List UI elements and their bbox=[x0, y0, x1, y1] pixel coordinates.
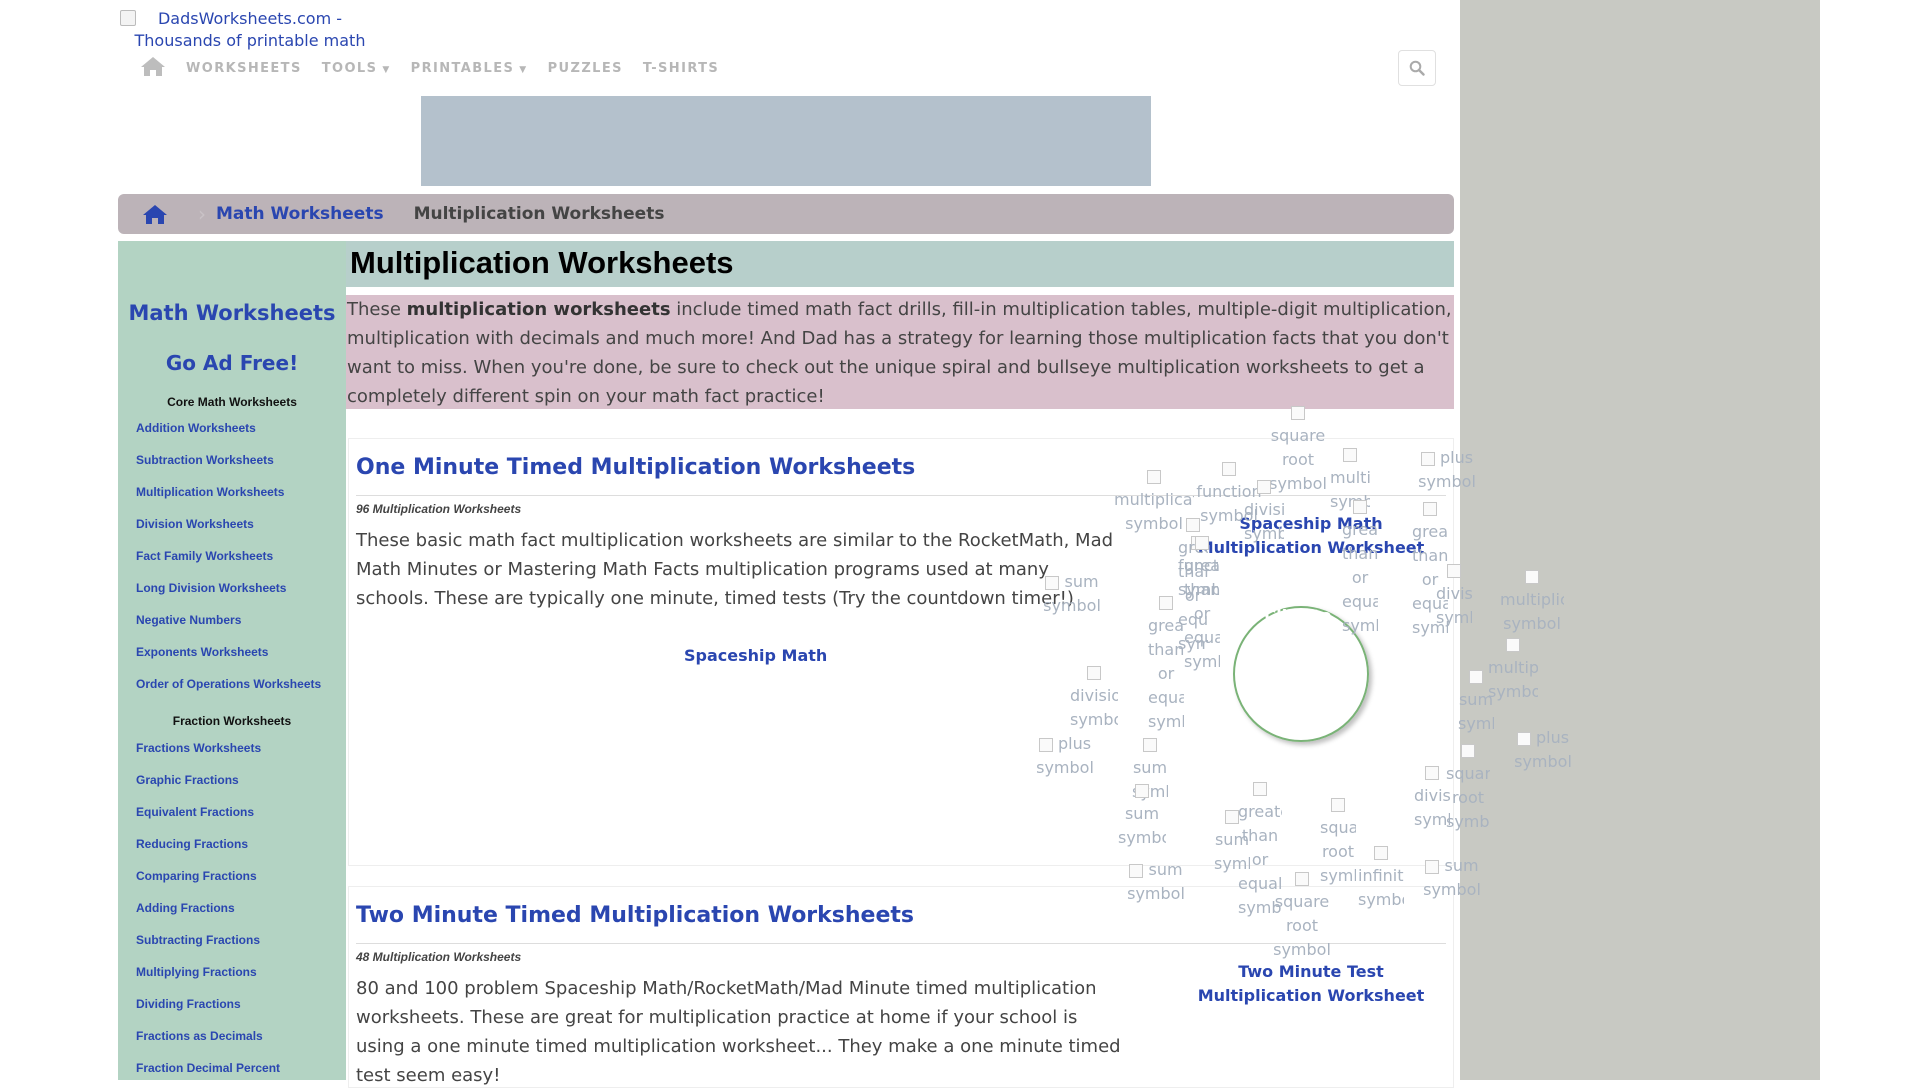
sidebar-title[interactable]: Math Worksheets bbox=[118, 301, 346, 325]
division-symbol-icon: division symbol bbox=[1070, 660, 1118, 732]
sidebar-link[interactable]: Reducing Fractions bbox=[136, 837, 248, 851]
intro-bold: multiplication worksheets bbox=[406, 299, 671, 320]
division-symbol-icon: division symbol bbox=[1436, 558, 1472, 630]
sidebar: Math Worksheets Go Ad Free! Core Math Wo… bbox=[118, 241, 346, 1080]
main-nav: WORKSHEETS TOOLS ▼ PRINTABLES ▼ PUZZLES T-… bbox=[140, 56, 719, 80]
nav-tshirts[interactable]: T-SHIRTS bbox=[643, 61, 719, 76]
plus-symbol-icon: plus symbol bbox=[1418, 448, 1476, 491]
sum-symbol-icon: sum symbol bbox=[1458, 664, 1494, 736]
intro-paragraph: These multiplication worksheets include … bbox=[346, 295, 1454, 409]
multiplication-symbol-icon: multiplication symbol bbox=[1500, 564, 1564, 636]
sidebar-heading-core: Core Math Worksheets bbox=[167, 395, 297, 409]
sidebar-link[interactable]: Subtracting Fractions bbox=[136, 933, 260, 947]
sidebar-link[interactable]: Fact Family Worksheets bbox=[136, 549, 273, 563]
click-to-view-label[interactable]: Click to View bbox=[1248, 604, 1348, 652]
worksheet-count: 96 Multiplication Worksheets bbox=[356, 502, 522, 516]
caret-down-icon: ▼ bbox=[519, 64, 528, 75]
go-ad-free-link[interactable]: Go Ad Free! bbox=[118, 351, 346, 375]
sidebar-link[interactable]: Fractions as Decimals bbox=[136, 1029, 263, 1043]
broken-image-icon bbox=[120, 10, 136, 26]
sidebar-link[interactable]: Dividing Fractions bbox=[136, 997, 241, 1011]
breadcrumb-current: Multiplication Worksheets bbox=[413, 204, 665, 224]
sidebar-link[interactable]: Adding Fractions bbox=[136, 901, 235, 915]
nav-printables[interactable]: PRINTABLES ▼ bbox=[411, 61, 528, 76]
worksheet-thumbnail-link[interactable]: Two Minute Test Multiplication Worksheet bbox=[1176, 960, 1446, 1008]
sum-symbol-icon: sum symbol bbox=[1423, 856, 1481, 899]
square-root-symbol-icon: square root symbol bbox=[1272, 866, 1332, 962]
right-rail bbox=[1460, 0, 1820, 1080]
sidebar-link[interactable]: Multiplication Worksheets bbox=[136, 485, 284, 499]
page-margin bbox=[1820, 0, 1920, 1080]
site-logo[interactable]: DadsWorksheets.com - Thousands of printa… bbox=[120, 8, 380, 50]
search-icon bbox=[1409, 60, 1425, 76]
section-description: These basic math fact multiplication wor… bbox=[356, 530, 1114, 609]
section-title[interactable]: One Minute Timed Multiplication Workshee… bbox=[356, 455, 915, 480]
sidebar-link[interactable]: Graphic Fractions bbox=[136, 773, 239, 787]
plus-symbol-icon: plus symbol bbox=[1514, 728, 1572, 771]
caret-down-icon: ▼ bbox=[382, 64, 391, 75]
breadcrumb: › Math Worksheets Multiplication Workshe… bbox=[118, 194, 1454, 234]
sidebar-link[interactable]: Division Worksheets bbox=[136, 517, 254, 531]
nav-puzzles[interactable]: PUZZLES bbox=[548, 61, 623, 76]
sidebar-link[interactable]: Negative Numbers bbox=[136, 613, 241, 627]
sidebar-link[interactable]: Comparing Fractions bbox=[136, 869, 257, 883]
sidebar-heading-fractions: Fraction Worksheets bbox=[172, 714, 292, 728]
breadcrumb-link-math-worksheets[interactable]: Math Worksheets bbox=[216, 204, 384, 224]
search-button[interactable] bbox=[1398, 50, 1436, 86]
home-icon[interactable] bbox=[140, 55, 166, 81]
section-title[interactable]: Two Minute Timed Multiplication Workshee… bbox=[356, 903, 914, 928]
sum-symbol-icon: sum symbol bbox=[1127, 860, 1185, 903]
sidebar-link[interactable]: Addition Worksheets bbox=[136, 421, 256, 435]
section-description: 80 and 100 problem Spaceship Math/Rocket… bbox=[356, 978, 1121, 1086]
page-title-bar: Multiplication Worksheets bbox=[346, 241, 1454, 287]
logo-alt-text: DadsWorksheets.com - Thousands of printa… bbox=[134, 9, 366, 50]
sidebar-link[interactable]: Subtraction Worksheets bbox=[136, 453, 274, 467]
greater-than-or-equal-symbol-icon: greater than or equal symbol bbox=[1342, 494, 1378, 638]
square-root-symbol-icon: square root symbol bbox=[1446, 738, 1490, 834]
sidebar-link[interactable]: Fraction Decimal Percent bbox=[136, 1061, 280, 1075]
nav-worksheets[interactable]: WORKSHEETS bbox=[186, 61, 302, 76]
multiplication-symbol-icon: multiplication symbol bbox=[1488, 632, 1538, 704]
sidebar-link[interactable]: Fractions Worksheets bbox=[136, 741, 261, 755]
ad-banner[interactable] bbox=[421, 96, 1151, 186]
greater-than-or-equal-symbol-icon: greater than or equal symbol bbox=[1148, 590, 1184, 734]
infinity-symbol-icon: infinity symbol bbox=[1358, 840, 1404, 912]
worksheet-count: 48 Multiplication Worksheets bbox=[356, 950, 522, 964]
sidebar-link[interactable]: Exponents Worksheets bbox=[136, 645, 268, 659]
sum-symbol-icon: sum symbol bbox=[1118, 778, 1166, 850]
sidebar-link[interactable]: Multiplying Fractions bbox=[136, 965, 257, 979]
sidebar-link[interactable]: Equivalent Fractions bbox=[136, 805, 254, 819]
spaceship-math-link[interactable]: Spaceship Math bbox=[684, 646, 827, 665]
plus-symbol-icon: plus symbol bbox=[1036, 734, 1094, 777]
sum-symbol-icon: sum symbol bbox=[1043, 572, 1101, 615]
greater-than-or-equal-symbol-icon: greater than or equal symbol bbox=[1184, 530, 1220, 674]
page-title: Multiplication Worksheets bbox=[350, 245, 734, 280]
sidebar-link[interactable]: Order of Operations Worksheets bbox=[136, 677, 321, 691]
home-icon[interactable] bbox=[142, 203, 168, 225]
breadcrumb-separator: › bbox=[198, 202, 206, 226]
division-symbol-icon: division symbol bbox=[1244, 474, 1284, 546]
division-symbol-icon: division symbol bbox=[1414, 760, 1450, 832]
sidebar-link[interactable]: Long Division Worksheets bbox=[136, 581, 286, 595]
nav-tools[interactable]: TOOLS ▼ bbox=[322, 61, 391, 76]
